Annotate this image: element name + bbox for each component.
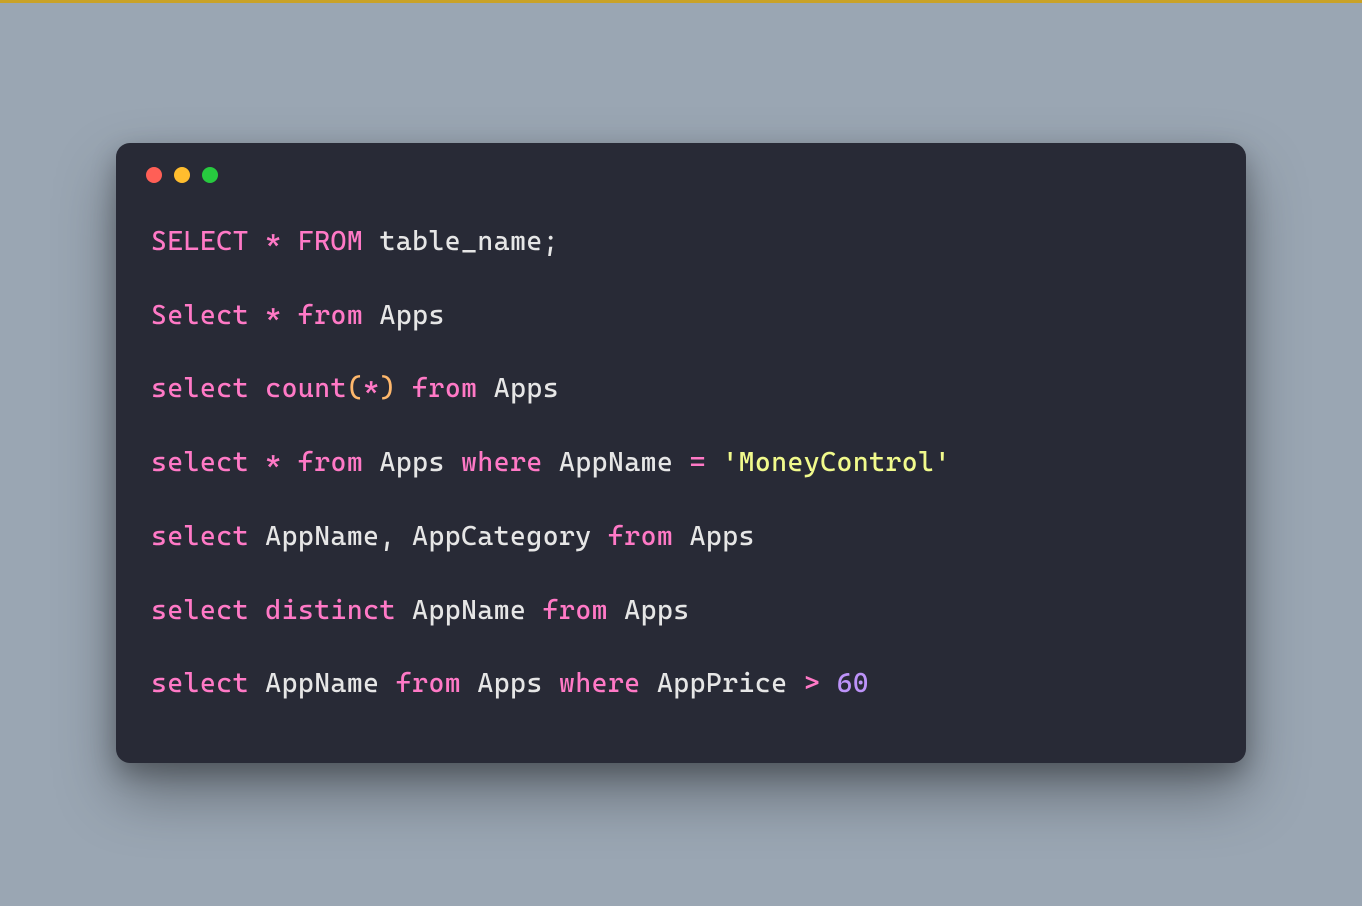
close-icon[interactable] — [146, 167, 162, 183]
code-area: SELECT * FROM table_name; Select * from A… — [116, 193, 1246, 764]
code-token: AppName — [543, 447, 690, 478]
code-token: * — [265, 300, 281, 331]
code-token: from — [298, 300, 363, 331]
code-line: Select * from Apps — [151, 297, 1211, 335]
code-line: select * from Apps where AppName = 'Mone… — [151, 444, 1211, 482]
code-line: select distinct AppName from Apps — [151, 592, 1211, 630]
code-token — [396, 373, 412, 404]
window-title-bar — [116, 143, 1246, 193]
code-token: Apps — [461, 668, 559, 699]
code-token: ) — [380, 373, 396, 404]
code-token: select — [151, 447, 249, 478]
code-token: AppName — [396, 595, 543, 626]
code-token: from — [396, 668, 461, 699]
code-token — [249, 595, 265, 626]
code-token: select — [151, 595, 249, 626]
code-token: > — [804, 668, 820, 699]
code-token — [706, 447, 722, 478]
code-token: table_name; — [363, 226, 559, 257]
code-token: * — [265, 226, 281, 257]
code-token: = — [690, 447, 706, 478]
code-token: select — [151, 668, 249, 699]
code-line: select AppName, AppCategory from Apps — [151, 518, 1211, 556]
code-token: SELECT — [151, 226, 249, 257]
code-token — [820, 668, 836, 699]
code-window: SELECT * FROM table_name; Select * from A… — [116, 143, 1246, 764]
maximize-icon[interactable] — [202, 167, 218, 183]
code-token: FROM — [298, 226, 363, 257]
code-token: where — [559, 668, 641, 699]
code-token: ( — [347, 373, 363, 404]
code-token: * — [363, 373, 379, 404]
code-token: distinct — [265, 595, 396, 626]
top-accent-border — [0, 0, 1362, 3]
code-token: count — [265, 373, 347, 404]
code-token: 60 — [836, 668, 869, 699]
code-line: select count(*) from Apps — [151, 370, 1211, 408]
code-token — [282, 226, 298, 257]
code-token: 'MoneyControl' — [722, 447, 950, 478]
code-token — [249, 373, 265, 404]
code-token: from — [543, 595, 608, 626]
code-token: from — [298, 447, 363, 478]
code-token: select — [151, 521, 249, 552]
code-token: from — [608, 521, 673, 552]
code-line: SELECT * FROM table_name; — [151, 223, 1211, 261]
code-token — [282, 447, 298, 478]
code-token — [249, 300, 265, 331]
code-token: AppName, AppCategory — [249, 521, 608, 552]
minimize-icon[interactable] — [174, 167, 190, 183]
code-token: Apps — [608, 595, 690, 626]
code-token: AppName — [249, 668, 396, 699]
code-token: from — [412, 373, 477, 404]
code-token: Apps — [363, 447, 461, 478]
code-token: Apps — [673, 521, 755, 552]
code-token — [282, 300, 298, 331]
code-token — [249, 226, 265, 257]
code-token: AppPrice — [641, 668, 804, 699]
code-token: select — [151, 373, 249, 404]
code-token: Select — [151, 300, 249, 331]
code-token — [249, 447, 265, 478]
code-token: * — [265, 447, 281, 478]
code-token: where — [461, 447, 543, 478]
code-token: Apps — [363, 300, 445, 331]
code-line: select AppName from Apps where AppPrice … — [151, 665, 1211, 703]
code-token: Apps — [477, 373, 559, 404]
